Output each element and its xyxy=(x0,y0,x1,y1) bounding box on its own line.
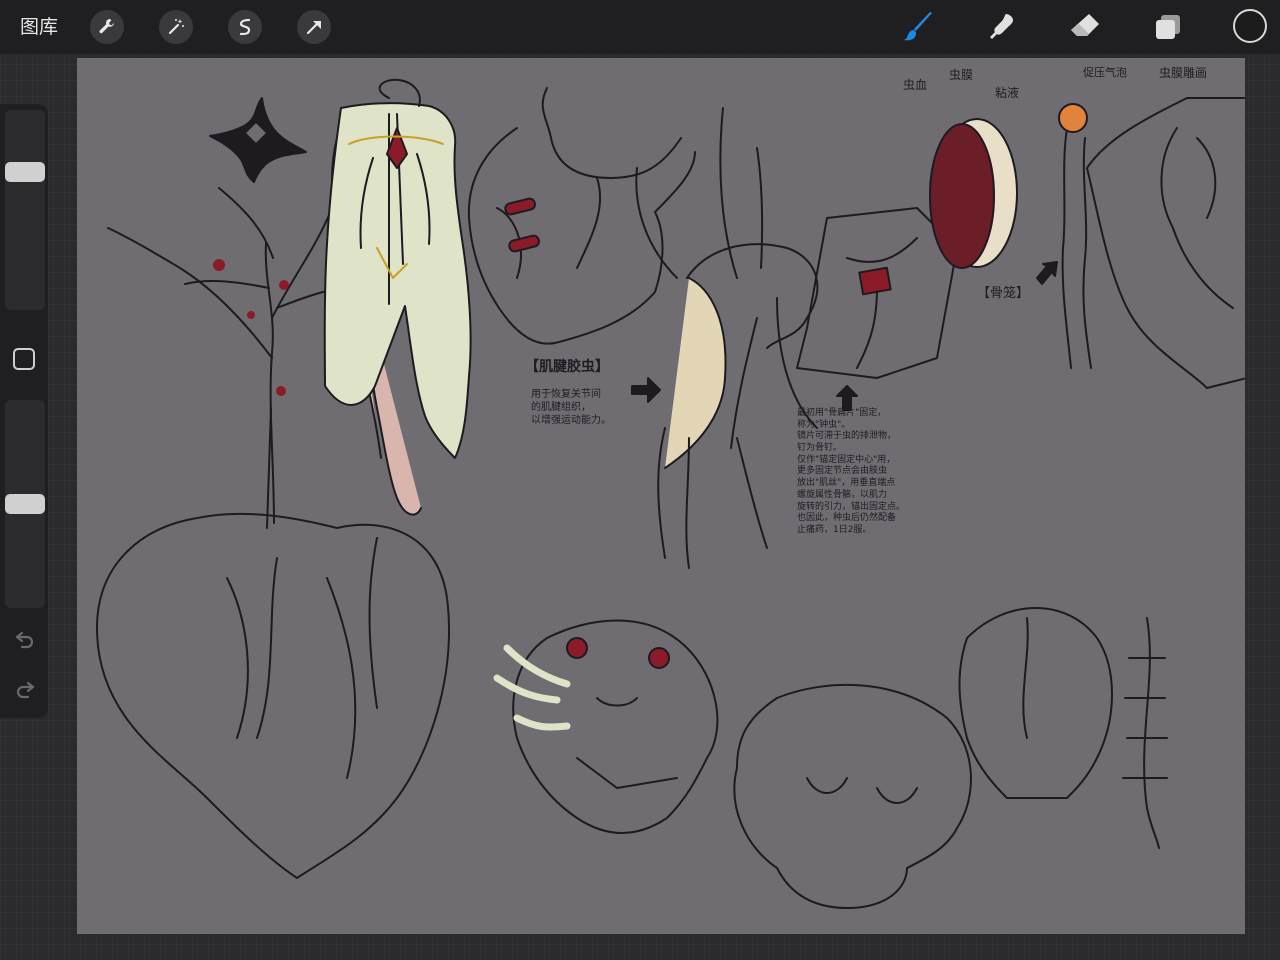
bone-cage-label: 【骨笼】 xyxy=(977,286,1030,301)
selection-button[interactable] xyxy=(228,10,262,44)
color-picker-button[interactable] xyxy=(1233,9,1267,43)
pod-sketch xyxy=(96,512,450,879)
bug-body-label: 虫血 xyxy=(903,78,928,92)
drawing-canvas[interactable]: 【肌腱胶虫】 用于恢复关节间 的肌腱组织， 以增强运动能力。 最初用"骨扁片"固… xyxy=(77,58,1245,934)
transform-arrow-icon xyxy=(306,21,321,35)
membrane-carving-label: 虫膜雕画 xyxy=(1159,66,1208,80)
egg-inner xyxy=(929,123,995,269)
left-sidebar xyxy=(0,104,48,718)
arrow-right-shape xyxy=(631,377,661,403)
brush-size-thumb[interactable] xyxy=(5,162,45,182)
skull-with-fingers-sketch xyxy=(493,619,719,834)
brush-tool-button[interactable] xyxy=(900,8,938,46)
wrench-icon xyxy=(99,19,114,34)
modify-button[interactable] xyxy=(13,348,35,370)
torso-sketch xyxy=(467,87,696,345)
layers-button[interactable] xyxy=(1149,8,1187,46)
selection-icon xyxy=(239,18,251,36)
sketch-artwork xyxy=(96,78,1245,909)
mucus-label: 粘液 xyxy=(995,86,1020,100)
pressure-bubble-label: 促压气泡 xyxy=(1083,66,1127,79)
eraser-tool-button[interactable] xyxy=(1066,8,1104,46)
arrow-diag-shape xyxy=(1036,261,1058,285)
bug-membrane-label: 虫膜 xyxy=(949,68,974,82)
magic-wand-icon xyxy=(168,19,184,35)
eraser-icon xyxy=(1071,14,1099,36)
bone-plate-note: 最初用"骨扁片"固定， 称为"钟虫"。 镜片可滞于虫的排泄物， 钉为骨钉。 仅作… xyxy=(797,408,906,535)
undo-button[interactable] xyxy=(12,626,38,652)
spine-sketch xyxy=(1122,617,1168,849)
gallery-button[interactable]: 图库 xyxy=(20,12,58,42)
redo-icon xyxy=(16,681,35,699)
brush-icon xyxy=(904,12,932,41)
tendon-worm-description: 用于恢复关节间 的肌腱组织， 以增强运动能力。 xyxy=(531,389,611,426)
bone-plate-diagram xyxy=(796,207,958,379)
redo-button[interactable] xyxy=(12,676,38,702)
actions-button[interactable] xyxy=(90,10,124,44)
elbow-joint-sketch xyxy=(657,107,819,569)
layers-icon xyxy=(1156,15,1180,39)
tendon-worm-title: 【肌腱胶虫】 xyxy=(525,359,609,375)
top-toolbar: 图库 xyxy=(0,0,1280,54)
skull-back-sketch xyxy=(958,607,1113,799)
skull-sketch xyxy=(733,683,972,909)
transform-button[interactable] xyxy=(297,10,331,44)
brush-opacity-thumb[interactable] xyxy=(5,494,45,514)
carving-sketch xyxy=(1086,97,1245,389)
arrow-up-shape xyxy=(836,385,858,411)
smudge-icon xyxy=(990,14,1013,39)
bone-staff-sketch xyxy=(1058,103,1092,369)
smudge-tool-button[interactable] xyxy=(983,8,1021,46)
adjustments-button[interactable] xyxy=(159,10,193,44)
undo-icon xyxy=(15,631,34,649)
robed-figure-sketch xyxy=(323,78,472,516)
brush-size-slider[interactable] xyxy=(5,110,45,310)
